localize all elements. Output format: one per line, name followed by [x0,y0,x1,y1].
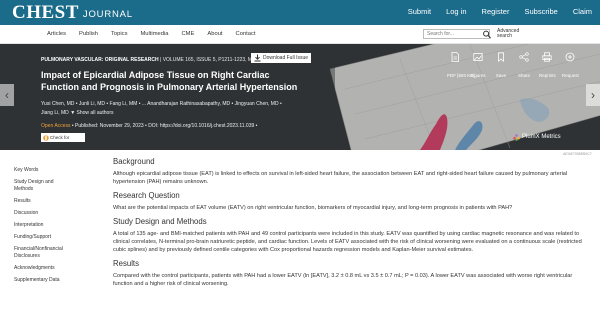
share-tool[interactable]: Share [516,52,532,82]
login-link[interactable]: Log in [446,7,466,16]
reprints-icon [542,52,552,62]
submit-link[interactable]: Submit [408,7,431,16]
carousel-next-button[interactable]: › [586,84,600,106]
account-nav: Submit Log in Register Subscribe Claim [408,7,592,16]
main-nav: Articles Publish Topics Multimedia CME A… [0,25,600,44]
authors-line-1[interactable]: Yusi Chen, MD • Junli Li, MD • Fang Li, … [41,100,301,109]
section-text: Compared with the control participants, … [113,273,573,287]
toc-disclosures[interactable]: Financial/Nonfinancial Disclosures [14,246,66,260]
share-icon [519,52,529,62]
download-full-issue-button[interactable]: Download Full Issue [251,53,311,63]
crossmark-icon [43,134,49,141]
logo-journal-text: JOURNAL [82,9,133,20]
doi-link[interactable]: DOI: https://doi.org/10.1016/j.chest.202… [148,123,257,129]
section-heading: Study Design and Methods [113,217,207,226]
search-icon[interactable] [482,30,492,39]
abstract: Background Although epicardial adipose t… [113,157,583,293]
pdf-tool[interactable]: PDF [693 KB] [447,52,475,82]
article-hero: ‹ › PULMONARY VASCULAR: ORIGINAL RESEARC… [0,44,600,150]
request-tool[interactable]: Request [562,52,579,82]
section-heading: Results [113,259,139,268]
toc-supplementary[interactable]: Supplementary Data [14,277,66,284]
publication-info: Open Access • Published: November 29, 20… [41,123,257,129]
toc-discussion[interactable]: Discussion [14,210,66,217]
figures-icon [473,53,483,61]
plumx-metrics-link[interactable]: PlumX Metrics [513,134,561,141]
subscribe-link[interactable]: Subscribe [524,7,557,16]
open-access-label[interactable]: Open Access [41,123,70,129]
nav-about[interactable]: About [207,31,222,37]
top-header: CHEST JOURNAL Submit Log in Register Sub… [0,0,600,25]
published-date: • Published: November 29, 2023 • [71,123,147,129]
carousel-prev-button[interactable]: ‹ [0,84,14,106]
pdf-icon [451,52,459,62]
nav-contact[interactable]: Contact [236,31,256,37]
figures-tool-label: Figures [470,73,486,78]
section-label[interactable]: PULMONARY VASCULAR: ORIGINAL RESEARCH [41,57,159,63]
section-text: A total of 135 age- and BMI-matched pati… [113,231,582,253]
section-navigation: Key Words Study Design and Methods Resul… [14,167,66,289]
download-icon [254,54,261,62]
check-for-updates-button[interactable]: Check for updates [41,133,85,149]
search-input[interactable]: Search for... [423,29,490,39]
chest-logo[interactable]: CHEST JOURNAL [12,2,133,23]
section-heading: Background [113,157,155,166]
logo-text: CHEST [12,2,79,23]
reprints-tool-label: Reprints [539,73,556,78]
register-link[interactable]: Register [482,7,510,16]
toc-study-design[interactable]: Study Design and Methods [14,179,66,193]
advanced-search-link[interactable]: Advanced search [497,29,527,39]
show-all-authors-link[interactable]: Show all authors [77,110,114,116]
toc-acknowledgments[interactable]: Acknowledgments [14,265,66,272]
plumx-icon [513,134,520,141]
toc-interpretation[interactable]: Interpretation [14,222,66,229]
share-tool-label: Share [517,73,530,78]
section-text: What are the potential impacts of EAT vo… [113,205,513,211]
section-text: Although epicardial adipose tissue (EAT)… [113,171,568,185]
save-icon [498,52,504,62]
figures-tool[interactable]: Figures [470,52,486,82]
toc-results[interactable]: Results [14,198,66,205]
nav-topics[interactable]: Topics [111,31,127,37]
save-tool[interactable]: Save [493,52,509,82]
save-tool-label: Save [495,73,507,78]
request-tool-label: Request [562,73,579,78]
article-tools: PDF [693 KB] Figures Save Share Reprints… [447,52,579,82]
reprints-tool[interactable]: Reprints [539,52,556,82]
toc-funding[interactable]: Funding/Support [14,234,66,241]
nav-publish[interactable]: Publish [79,31,98,37]
nav-multimedia[interactable]: Multimedia [140,31,168,37]
section-heading: Research Question [113,191,180,200]
nav-articles[interactable]: Articles [47,31,66,37]
plumx-label: PlumX Metrics [522,134,561,140]
article-title: Impact of Epicardial Adipose Tissue on R… [41,70,298,92]
authors-line-2[interactable]: Jiang Li, MD [41,110,69,116]
request-icon [565,52,575,62]
nav-cme[interactable]: CME [182,31,195,37]
toc-key-words[interactable]: Key Words [14,167,66,174]
author-list: Yusi Chen, MD • Junli Li, MD • Fang Li, … [41,100,301,118]
download-label: Download Full Issue [263,55,309,61]
article-meta: PULMONARY VASCULAR: ORIGINAL RESEARCH | … [41,57,271,63]
content-id: AEI4E7958EB9C7 [563,152,592,156]
claim-link[interactable]: Claim [573,7,592,16]
